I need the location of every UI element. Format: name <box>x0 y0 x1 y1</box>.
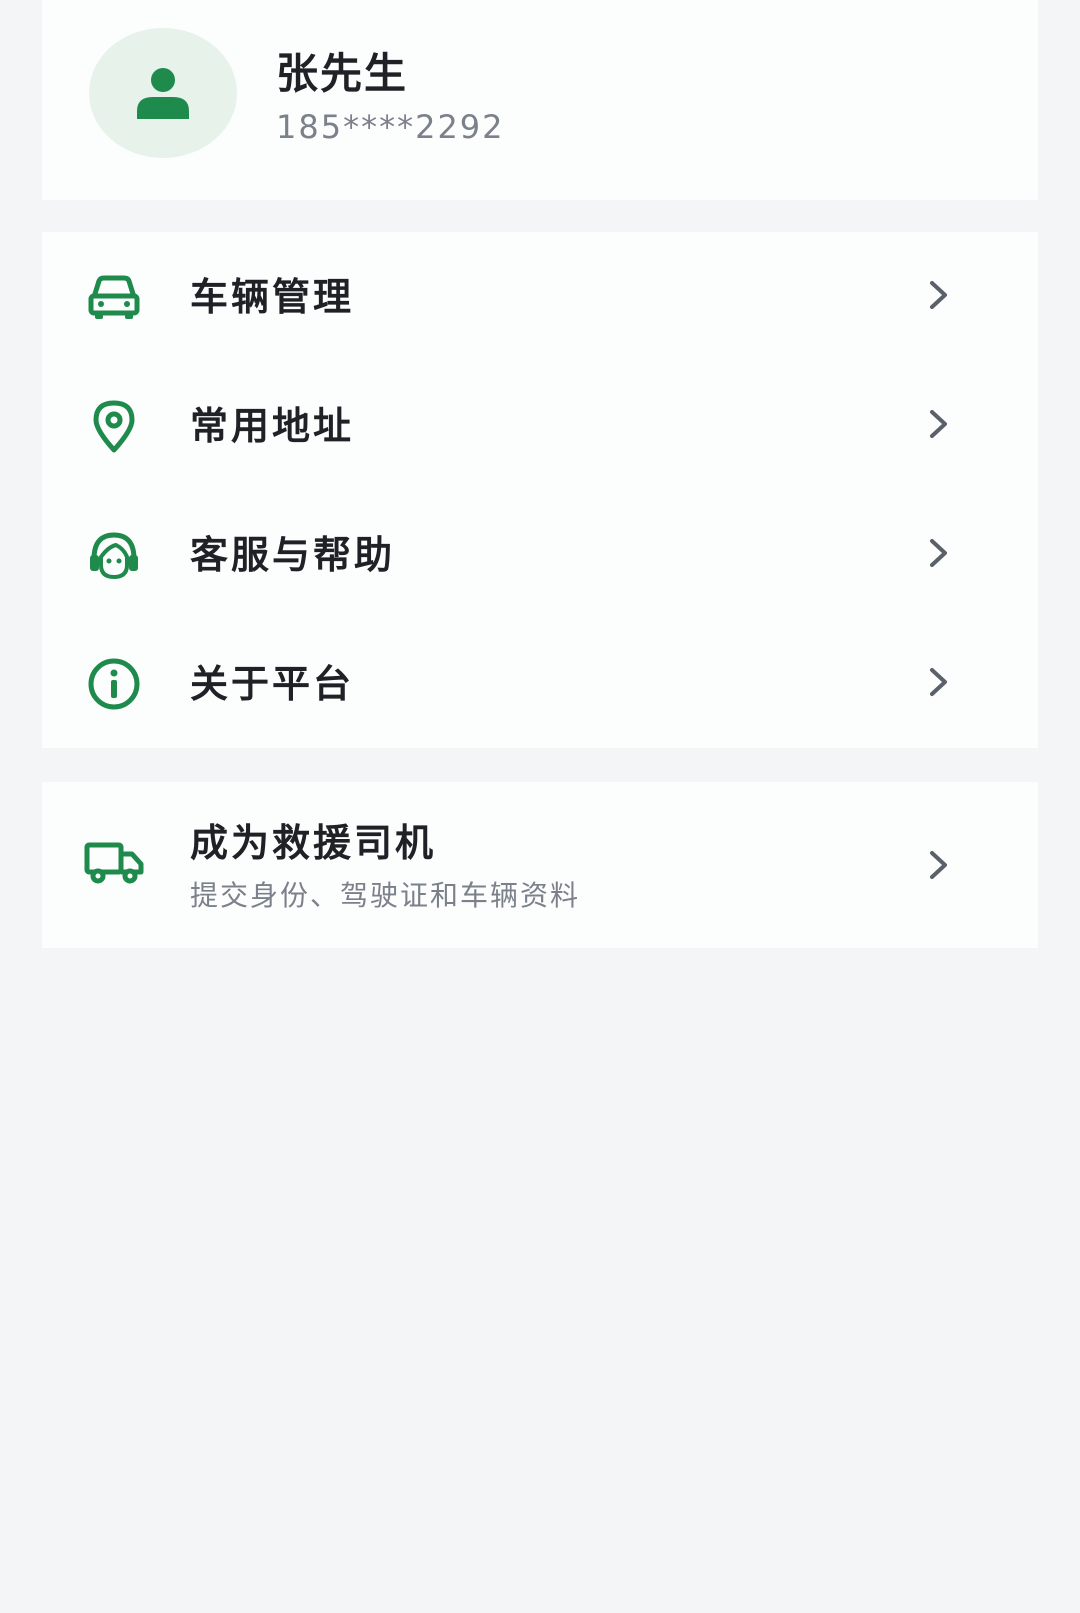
chevron-right-icon <box>930 410 947 438</box>
car-icon <box>88 275 140 319</box>
customer-service-icon <box>90 532 138 579</box>
avatar[interactable] <box>89 28 237 158</box>
menu-item-label: 常用地址 <box>190 404 355 448</box>
driver-title: 成为救援司机 <box>190 821 437 865</box>
driver-subtitle: 提交身份、驾驶证和车辆资料 <box>190 879 581 912</box>
user-name: 张先生 <box>276 49 409 98</box>
chevron-right-icon <box>930 851 947 879</box>
menu-item-label: 车辆管理 <box>190 275 355 319</box>
menu-card: 车辆管理 常用地址 客服与帮助 关于平台 <box>42 232 1038 748</box>
chevron-right-icon <box>930 539 947 567</box>
profile-card[interactable]: 张先生 185****2292 <box>42 0 1038 200</box>
menu-item-vehicle-management[interactable]: 车辆管理 <box>42 232 1038 361</box>
menu-item-label: 客服与帮助 <box>190 533 396 577</box>
info-icon <box>88 658 140 710</box>
location-pin-icon <box>93 400 135 453</box>
menu-item-about-platform[interactable]: 关于平台 <box>42 619 1038 748</box>
person-icon <box>137 68 189 119</box>
user-phone: 185****2292 <box>276 108 505 146</box>
chevron-right-icon <box>930 281 947 309</box>
menu-item-frequent-addresses[interactable]: 常用地址 <box>42 361 1038 490</box>
chevron-right-icon <box>930 668 947 696</box>
menu-item-customer-service[interactable]: 客服与帮助 <box>42 490 1038 619</box>
become-rescue-driver-card[interactable]: 成为救援司机 提交身份、驾驶证和车辆资料 <box>42 782 1038 948</box>
menu-item-label: 关于平台 <box>190 662 355 706</box>
truck-icon <box>84 842 144 884</box>
